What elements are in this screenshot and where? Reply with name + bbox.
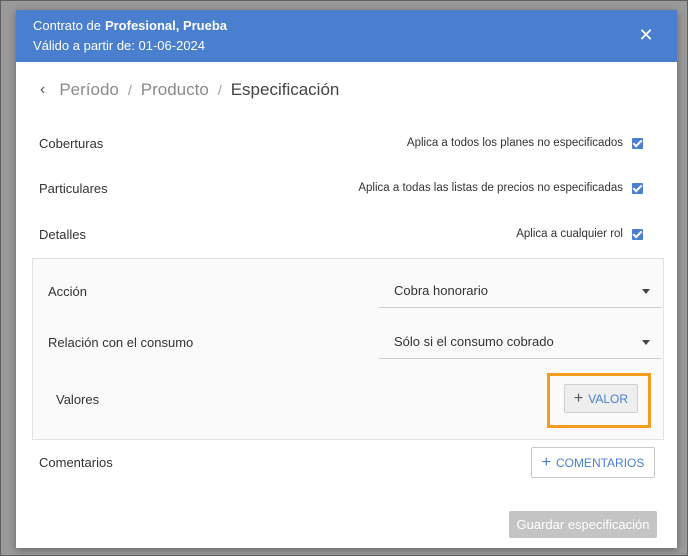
coberturas-option-label: Aplica a todos los planes no especificad… <box>406 137 623 149</box>
add-valor-button[interactable]: + VALOR <box>564 384 638 413</box>
dropdown-arrow-icon <box>642 289 650 294</box>
detalles-checkbox[interactable] <box>632 228 643 240</box>
breadcrumb-producto[interactable]: Producto <box>141 80 209 100</box>
breadcrumb-separator: / <box>127 82 132 98</box>
plus-icon: + <box>573 389 584 407</box>
detalles-option[interactable]: Aplica a cualquier rol <box>516 228 643 240</box>
comentarios-label: Comentarios <box>39 455 113 470</box>
particulares-checkbox[interactable] <box>632 182 643 194</box>
save-button[interactable]: Guardar especificación <box>509 511 657 538</box>
breadcrumb-separator: / <box>217 82 222 98</box>
contract-title: Contrato de Profesional, Prueba <box>33 18 227 33</box>
relacion-select[interactable]: Sólo si el consumo cobrado <box>379 326 662 359</box>
valid-from: Válido a partir de: 01-06-2024 <box>33 38 206 53</box>
contract-name: Profesional, Prueba <box>104 18 228 33</box>
breadcrumb: ‹ Período / Producto / Especificación <box>40 80 339 100</box>
chevron-left-icon[interactable]: ‹ <box>40 81 45 99</box>
particulares-option[interactable]: Aplica a todas las listas de precios no … <box>358 182 643 194</box>
dropdown-arrow-icon <box>642 340 650 345</box>
accion-label: Acción <box>48 284 88 299</box>
particulares-option-label: Aplica a todas las listas de precios no … <box>358 182 623 194</box>
close-icon[interactable]: ✕ <box>636 25 656 45</box>
valores-label: Valores <box>56 392 100 407</box>
accion-value: Cobra honorario <box>394 283 488 298</box>
coberturas-checkbox[interactable] <box>632 137 643 149</box>
dialog-header: Contrato de Profesional, Prueba Válido a … <box>16 10 677 62</box>
contract-dialog: Contrato de Profesional, Prueba Válido a … <box>16 10 677 548</box>
coberturas-label: Coberturas <box>39 136 104 151</box>
plus-icon: + <box>541 453 551 471</box>
detalles-label: Detalles <box>39 227 86 242</box>
add-comentarios-button[interactable]: + COMENTARIOS <box>531 447 655 478</box>
detalles-panel: Acción Cobra honorario Relación con el c… <box>32 258 664 440</box>
valor-button-label: VALOR <box>588 391 629 406</box>
coberturas-option[interactable]: Aplica a todos los planes no especificad… <box>407 137 643 149</box>
breadcrumb-periodo[interactable]: Período <box>59 80 119 100</box>
breadcrumb-especificacion: Especificación <box>230 80 340 99</box>
detalles-option-label: Aplica a cualquier rol <box>516 228 623 240</box>
particulares-label: Particulares <box>39 181 108 196</box>
contract-prefix: Contrato de <box>33 18 101 33</box>
accion-select[interactable]: Cobra honorario <box>379 275 662 308</box>
relacion-value: Sólo si el consumo cobrado <box>394 334 554 349</box>
comentarios-button-label: COMENTARIOS <box>555 455 645 470</box>
relacion-label: Relación con el consumo <box>48 335 194 350</box>
